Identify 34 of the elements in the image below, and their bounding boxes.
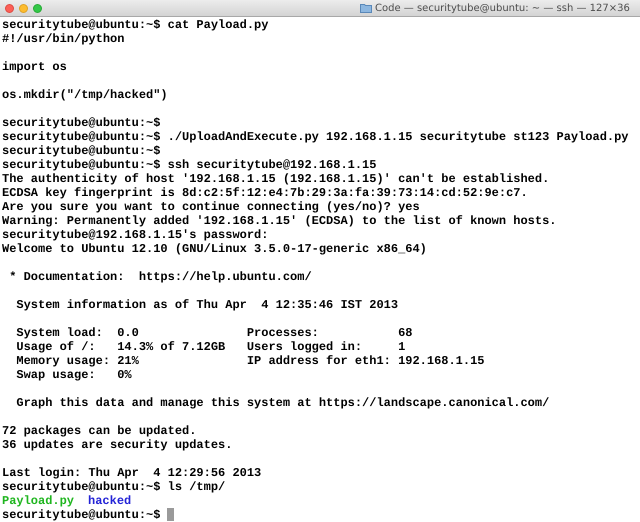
terminal-line: System information as of Thu Apr 4 12:35:46 IST 2013	[15, 298, 398, 312]
terminal-line: securitytube@ubuntu:~$	[2, 508, 160, 522]
terminal-line: securitytube@ubuntu:~$	[2, 116, 160, 130]
terminal-line: securitytube@ubuntu:~$ ./UploadAndExecute.py 192.168.1.15 securitytube st123 Payload.py	[2, 130, 629, 144]
terminal-line: #!/usr/bin/python	[2, 32, 124, 46]
file-name: hacked	[88, 494, 132, 508]
zoom-button[interactable]	[33, 4, 42, 12]
terminal-line: 36 updates are security updates.	[2, 438, 232, 452]
terminal-line: import os	[2, 60, 67, 74]
terminal-line: Usage of /: 14.3% of 7.12GB Users logged in: 1	[15, 340, 406, 354]
terminal-line: 72 packages can be updated.	[2, 424, 196, 438]
terminal-line: Last login: Thu Apr 4 12:29:56 2013	[2, 466, 262, 480]
folder-icon	[360, 3, 372, 13]
terminal-line: ECDSA key fingerprint is 8d:c2:5f:12:e4:7b:29:3a:fa:39:73:14:cd:52:9e:c7.	[2, 186, 528, 200]
terminal-line: os.mkdir("/tmp/hacked")	[2, 88, 168, 102]
terminal-line: securitytube@ubuntu:~$ ls /tmp/	[2, 480, 226, 494]
terminal-line: System load: 0.0 Processes: 68	[15, 326, 412, 340]
terminal-line: securitytube@192.168.1.15's password:	[2, 228, 268, 242]
terminal-line: Are you sure you want to continue connecting (yes/no)? yes	[2, 200, 420, 214]
terminal-line: Memory usage: 21% IP address for eth1: 192.168.1.15	[15, 354, 484, 368]
terminal-line: The authenticity of host '192.168.1.15 (192.168.1.15)' can't be established.	[2, 172, 550, 186]
minimize-button[interactable]	[19, 4, 28, 12]
terminal-line: securitytube@ubuntu:~$ ssh securitytube@192.168.1.15	[2, 158, 376, 172]
terminal-line: Swap usage: 0%	[15, 368, 132, 382]
terminal-line: securitytube@ubuntu:~$	[2, 144, 160, 158]
terminal-line: securitytube@ubuntu:~$ cat Payload.py	[2, 18, 268, 32]
terminal-line: Graph this data and manage this system at https://landscape.canonical.com/	[15, 396, 550, 410]
terminal-line: Warning: Permanently added '192.168.1.15' (ECDSA) to the list of known hosts.	[2, 214, 556, 228]
terminal-line: * Documentation: https://help.ubuntu.com/	[8, 270, 312, 284]
file-name: Payload.py	[2, 494, 74, 508]
close-button[interactable]	[5, 4, 14, 12]
terminal-line: Welcome to Ubuntu 12.10 (GNU/Linux 3.5.0-17-generic x86_64)	[2, 242, 427, 256]
window-title: Code — securitytube@ubuntu: ~ — ssh — 127×36	[375, 2, 630, 14]
text-cursor	[167, 508, 174, 521]
